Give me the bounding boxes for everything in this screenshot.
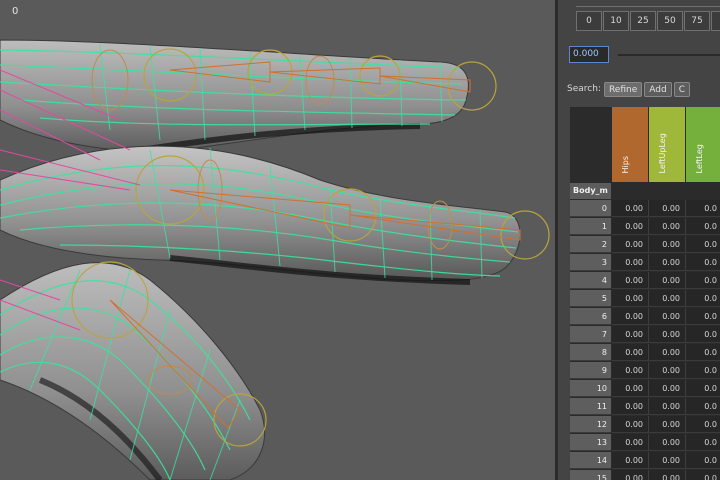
row-label[interactable]: 5	[570, 290, 611, 307]
row-label[interactable]: 0	[570, 200, 611, 217]
weight-cell[interactable]: 0.00	[612, 290, 649, 307]
weight-cell[interactable]: 0.0	[686, 290, 720, 307]
column-header-label: LeftUpLeg	[658, 133, 667, 174]
weight-cell[interactable]: 0.0	[686, 326, 720, 343]
search-row: Search: Refine Add C	[567, 81, 692, 97]
weight-cell[interactable]: 0.00	[649, 308, 686, 325]
refine-button[interactable]: Refine	[603, 81, 643, 97]
timeline-tick[interactable]: 0	[576, 11, 602, 31]
weight-cell[interactable]: 0.00	[649, 470, 686, 480]
column-header-leftupleg[interactable]: LeftUpLeg	[649, 107, 685, 182]
column-header-hips[interactable]: Hips	[612, 107, 648, 182]
weight-cell[interactable]: 0.00	[649, 362, 686, 379]
weight-cell[interactable]: 0.00	[649, 200, 686, 217]
row-label[interactable]: 3	[570, 254, 611, 271]
viewport-corner-label: 0	[12, 6, 19, 17]
weight-cell[interactable]: 0.00	[649, 218, 686, 235]
row-label[interactable]: 13	[570, 434, 611, 451]
timeline-tick[interactable]: 10	[603, 11, 629, 31]
weight-cell[interactable]: 0.00	[649, 416, 686, 433]
clear-button[interactable]: C	[673, 81, 690, 97]
weight-cell[interactable]: 0.00	[612, 398, 649, 415]
row-label[interactable]: 6	[570, 308, 611, 325]
timeline-tick[interactable]: 75	[684, 11, 710, 31]
row-label[interactable]: 11	[570, 398, 611, 415]
row-label[interactable]: 1	[570, 218, 611, 235]
weight-cell[interactable]: 0.00	[612, 416, 649, 433]
weight-editor-panel: 0 10 25 50 75 9 0.000 Search: Refine Add…	[558, 0, 720, 480]
weight-cell[interactable]: 0.0	[686, 398, 720, 415]
weight-cell[interactable]: 0.0	[686, 416, 720, 433]
weight-cell[interactable]: 0.0	[686, 344, 720, 361]
search-label: Search:	[567, 84, 601, 94]
add-button[interactable]: Add	[644, 81, 672, 97]
timeline-top-ruler	[576, 0, 720, 7]
weight-cell[interactable]: 0.00	[612, 326, 649, 343]
weight-cell[interactable]: 0.0	[686, 218, 720, 235]
weight-cell[interactable]: 0.00	[612, 380, 649, 397]
timeline-tick[interactable]: 25	[630, 11, 656, 31]
weight-cell[interactable]: 0.00	[612, 272, 649, 289]
weight-cell[interactable]: 0.0	[686, 254, 720, 271]
column-header-leftleg[interactable]: LeftLeg	[686, 107, 720, 182]
weight-cell[interactable]: 0.00	[612, 452, 649, 469]
weight-cell[interactable]: 0.0	[686, 434, 720, 451]
weight-cell[interactable]: 0.00	[649, 344, 686, 361]
timeline-tick[interactable]: 9	[711, 11, 720, 31]
weight-cell[interactable]: 0.0	[686, 200, 720, 217]
weight-cell[interactable]: 0.00	[649, 236, 686, 253]
row-label[interactable]: 15	[570, 470, 611, 480]
timeline-tick[interactable]: 50	[657, 11, 683, 31]
weight-cell[interactable]: 0.00	[649, 398, 686, 415]
row-label[interactable]: 8	[570, 344, 611, 361]
weight-cell[interactable]: 0.00	[612, 470, 649, 480]
hand-mesh-wireframe[interactable]	[0, 0, 555, 480]
weight-cell[interactable]: 0.0	[686, 380, 720, 397]
weight-cell[interactable]: 0.00	[612, 254, 649, 271]
weight-slider[interactable]	[618, 54, 720, 56]
weight-cell[interactable]: 0.00	[649, 254, 686, 271]
weight-cell[interactable]: 0.0	[686, 308, 720, 325]
row-label[interactable]: 12	[570, 416, 611, 433]
row-label[interactable]: 7	[570, 326, 611, 343]
row-label[interactable]: 2	[570, 236, 611, 253]
weight-cell[interactable]: 0.00	[649, 290, 686, 307]
weight-cell[interactable]: 0.00	[649, 452, 686, 469]
weight-cell[interactable]: 0.00	[612, 434, 649, 451]
weight-cell[interactable]: 0.0	[686, 236, 720, 253]
weight-cell[interactable]: 0.0	[686, 452, 720, 469]
row-label[interactable]: 9	[570, 362, 611, 379]
column-header-label: Hips	[621, 156, 630, 174]
weight-cell[interactable]: 0.0	[686, 362, 720, 379]
weight-cell[interactable]: 0.00	[612, 200, 649, 217]
weight-cell[interactable]: 0.00	[612, 308, 649, 325]
weight-cell[interactable]: 0.00	[612, 218, 649, 235]
weight-cell[interactable]: 0.00	[612, 344, 649, 361]
weight-cell[interactable]: 0.00	[612, 362, 649, 379]
row-label[interactable]: 14	[570, 452, 611, 469]
weight-cell[interactable]: 0.00	[612, 236, 649, 253]
weight-cell[interactable]: 0.0	[686, 272, 720, 289]
weight-cell[interactable]: 0.00	[649, 434, 686, 451]
weight-cell[interactable]: 0.0	[686, 470, 720, 480]
weight-table: Hips LeftUpLeg LeftLeg Body_m 0 0.00 0.00 0…	[570, 107, 720, 480]
weight-cell[interactable]: 0.00	[649, 272, 686, 289]
weight-cell[interactable]: 0.00	[649, 380, 686, 397]
table-corner	[570, 107, 611, 182]
row-label[interactable]: 4	[570, 272, 611, 289]
row-header-title: Body_m	[570, 183, 611, 199]
3d-viewport[interactable]: 0	[0, 0, 555, 480]
row-label[interactable]: 10	[570, 380, 611, 397]
column-header-label: LeftLeg	[695, 144, 704, 174]
timeline-ticks: 0 10 25 50 75 9	[576, 11, 720, 31]
weight-cell[interactable]: 0.00	[649, 326, 686, 343]
weight-value-field[interactable]: 0.000	[569, 46, 609, 63]
